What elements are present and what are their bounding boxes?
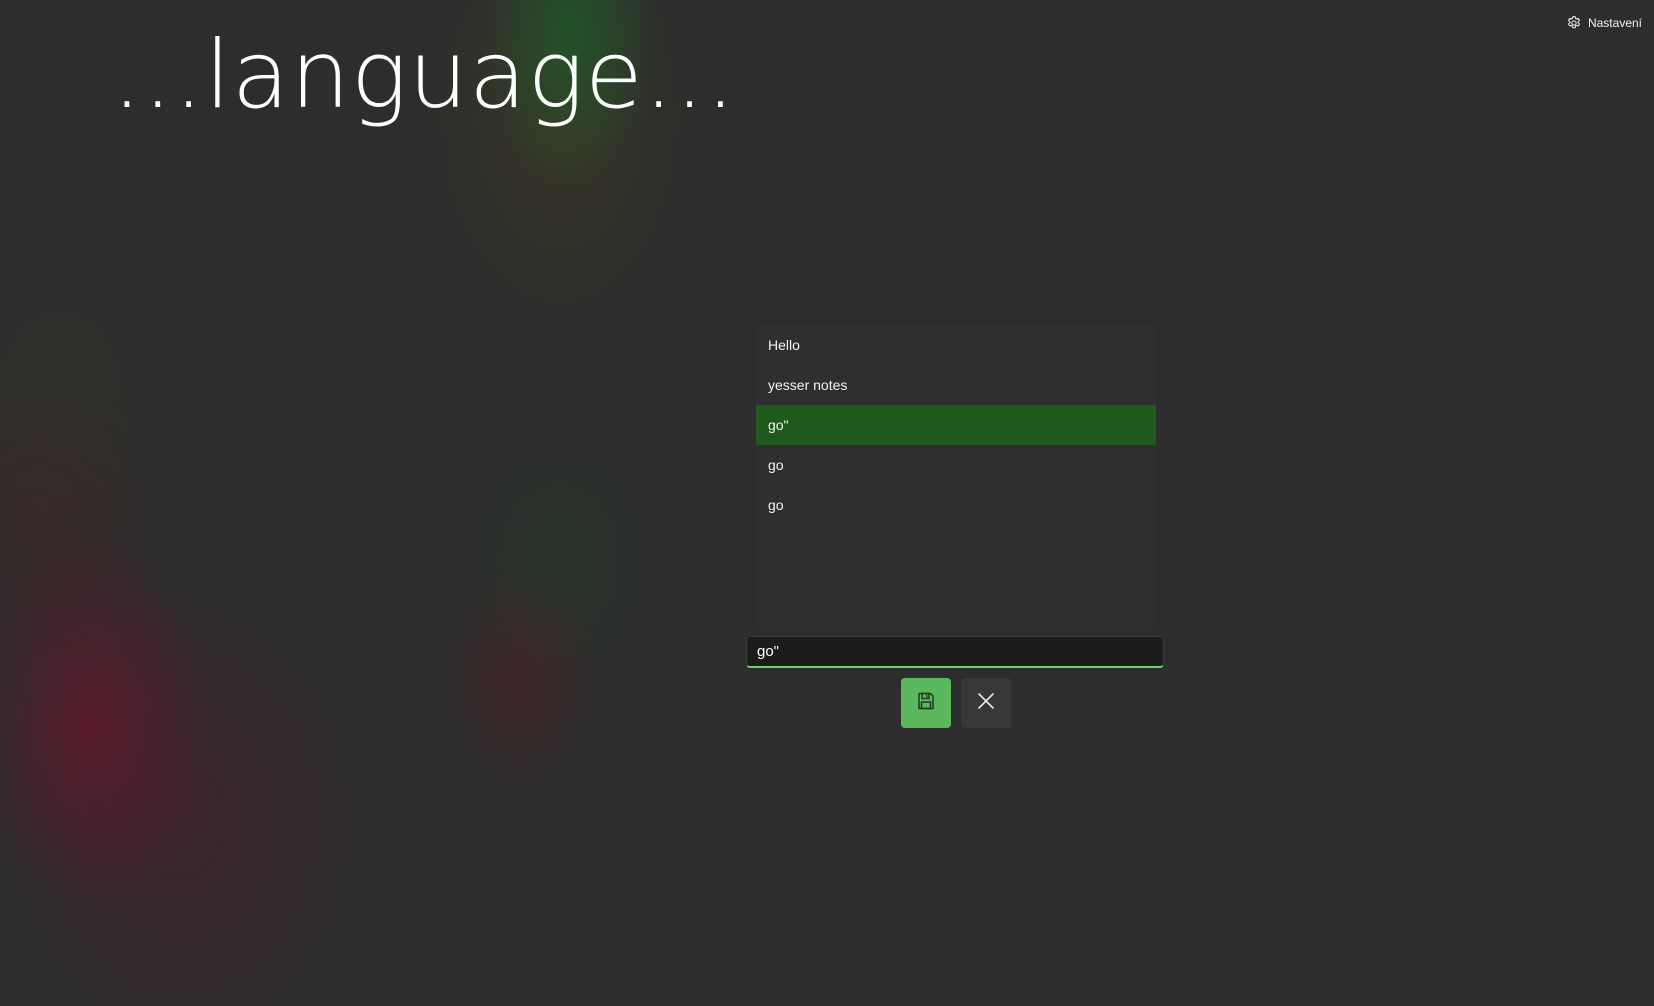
list-item-label: go <box>768 457 784 473</box>
floppy-disk-icon <box>916 691 936 716</box>
list-item-label: go <box>768 497 784 513</box>
note-text-input[interactable] <box>746 636 1164 668</box>
list-item[interactable]: Hello <box>756 325 1156 365</box>
list-item[interactable]: go <box>756 445 1156 485</box>
settings-label: Nastavení <box>1587 16 1642 30</box>
list-item-label: Hello <box>768 337 800 353</box>
gear-icon <box>1566 15 1582 31</box>
list-item[interactable]: go <box>756 485 1156 525</box>
list-item-label: go" <box>768 417 789 433</box>
notes-list: Hello yesser notes go" go go <box>756 325 1156 630</box>
close-icon <box>977 692 995 715</box>
list-item-label: yesser notes <box>768 377 848 393</box>
cancel-button[interactable] <box>961 678 1011 728</box>
list-item-selected[interactable]: go" <box>756 405 1156 445</box>
page-title: ...language... <box>112 21 737 130</box>
settings-button[interactable]: Nastavení <box>1566 13 1642 33</box>
save-button[interactable] <box>901 678 951 728</box>
list-item[interactable]: yesser notes <box>756 365 1156 405</box>
